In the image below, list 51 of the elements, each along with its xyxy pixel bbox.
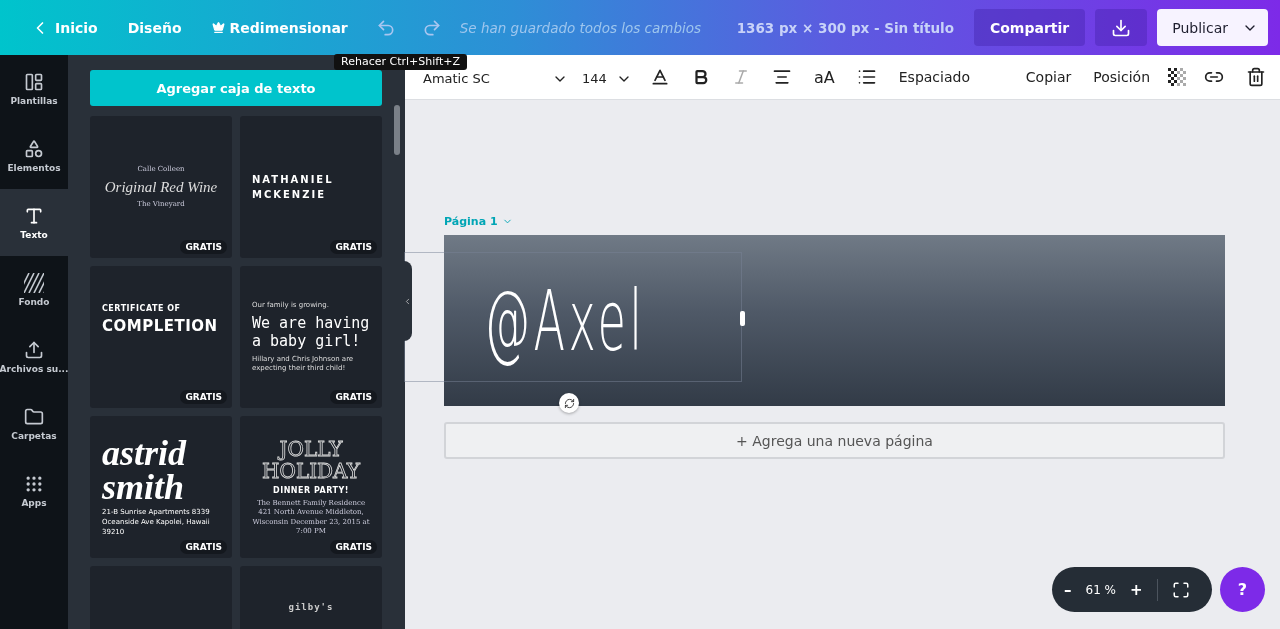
help-button[interactable]: ? bbox=[1220, 567, 1265, 612]
add-page-button[interactable]: + Agrega una nueva página bbox=[444, 422, 1225, 459]
template-card[interactable]: gilby's bbox=[240, 566, 382, 629]
collapse-handle[interactable] bbox=[402, 261, 412, 341]
sidebar-tab[interactable]: Texto bbox=[0, 189, 68, 256]
template-text: NATHANIEL bbox=[252, 174, 334, 185]
free-badge: GRATIS bbox=[330, 540, 377, 554]
crown-icon bbox=[211, 21, 225, 34]
template-card[interactable]: CERTIFICATE OF COMPLETION GRATIS bbox=[90, 266, 232, 408]
template-text: astrid smith bbox=[102, 436, 188, 505]
fullscreen-icon[interactable] bbox=[1171, 580, 1190, 599]
folder-icon bbox=[24, 406, 44, 427]
free-badge: GRATIS bbox=[330, 240, 377, 254]
template-text: Original Red Wine bbox=[104, 178, 218, 196]
template-card[interactable]: NATHANIEL MCKENZIE GRATIS bbox=[240, 116, 382, 258]
free-badge: GRATIS bbox=[180, 390, 227, 404]
zoom-in-button[interactable]: + bbox=[1130, 580, 1143, 599]
free-badge: GRATIS bbox=[180, 240, 227, 254]
shapes-icon bbox=[24, 138, 44, 159]
position-button[interactable]: Posición bbox=[1089, 65, 1154, 89]
font-dropdown[interactable]: Amatic SC bbox=[423, 70, 568, 87]
publish-button[interactable]: Publicar bbox=[1157, 9, 1268, 46]
free-badge: GRATIS bbox=[180, 540, 227, 554]
banner-text[interactable]: @Axel bbox=[484, 271, 646, 370]
scrollbar-thumb[interactable] bbox=[394, 105, 400, 155]
zoom-out-button[interactable]: – bbox=[1064, 580, 1072, 599]
resize-handle[interactable] bbox=[740, 311, 745, 326]
font-size-dropdown[interactable]: 144 bbox=[582, 70, 632, 87]
free-badge: GRATIS bbox=[330, 390, 377, 404]
case-button[interactable]: aA bbox=[810, 63, 839, 91]
template-text: MCKENZIE bbox=[252, 189, 327, 200]
rotate-icon[interactable] bbox=[559, 393, 579, 413]
template-text: CERTIFICATE OF bbox=[102, 303, 181, 313]
upload-icon bbox=[24, 339, 44, 360]
spacing-button[interactable]: Espaciado bbox=[894, 65, 974, 89]
copy-button[interactable]: Copiar bbox=[1021, 65, 1076, 89]
template-text: We are having a baby girl! bbox=[252, 313, 370, 352]
download-button[interactable] bbox=[1095, 9, 1148, 46]
template-text: COMPLETION bbox=[102, 316, 218, 335]
transparency-icon[interactable] bbox=[1168, 68, 1186, 86]
hatch-icon bbox=[24, 272, 44, 293]
tooltip: Rehacer Ctrl+Shift+Z bbox=[334, 54, 467, 70]
zoom-level: 61 % bbox=[1085, 582, 1116, 597]
download-icon bbox=[1111, 17, 1132, 38]
template-text: DINNER PARTY! bbox=[273, 486, 349, 496]
layout-icon bbox=[24, 71, 44, 92]
document-size: 1363 px × 300 px - Sin título bbox=[736, 19, 954, 36]
save-status: Se han guardado todos los cambios bbox=[459, 19, 702, 36]
share-button[interactable]: Compartir bbox=[973, 9, 1086, 46]
template-text: gilby's bbox=[288, 602, 334, 612]
template-text: JOLLY HOLIDAY bbox=[261, 438, 362, 483]
